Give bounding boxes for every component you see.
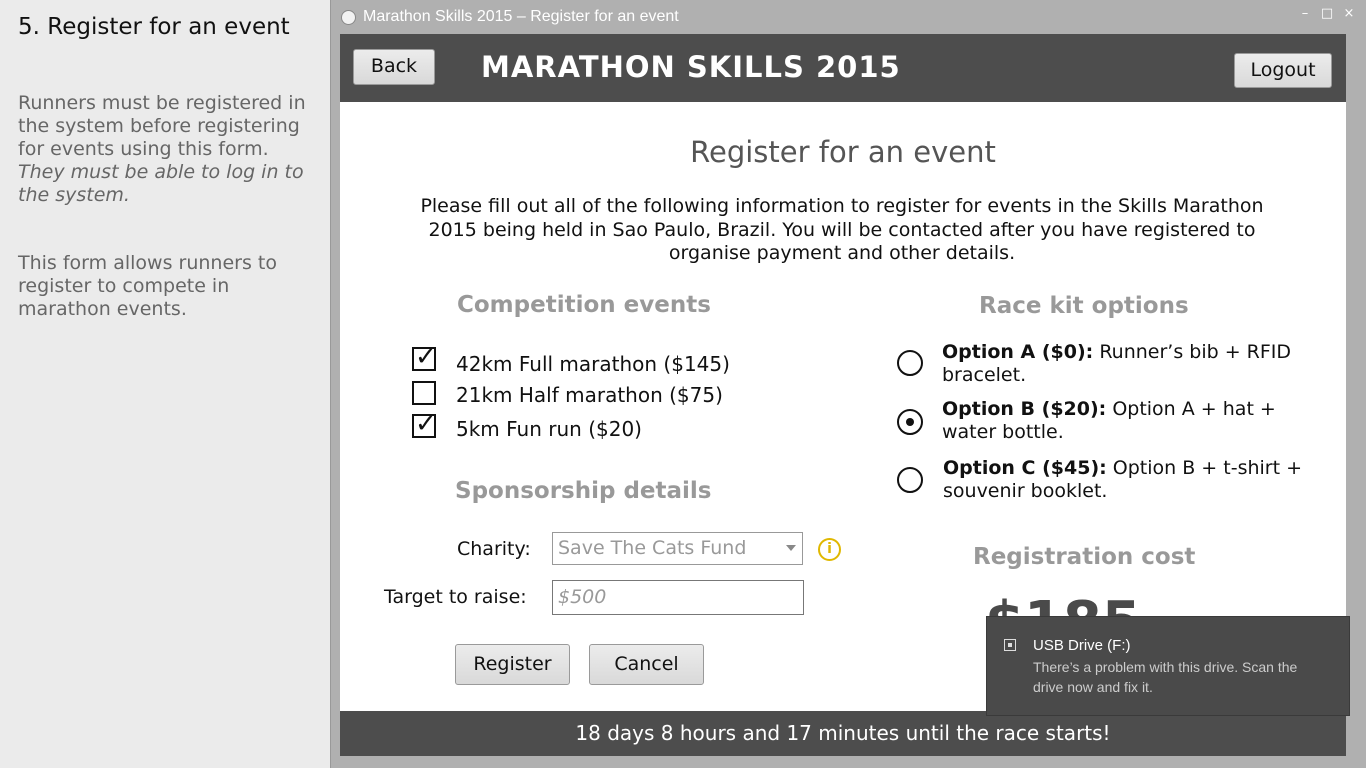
checkmark-icon: ✓ — [415, 409, 437, 439]
close-icon[interactable]: × — [1342, 6, 1356, 22]
target-input-placeholder: $500 — [558, 586, 607, 608]
instructions-text: Runners must be registered in the system… — [18, 92, 306, 160]
back-button[interactable]: Back — [353, 49, 435, 85]
app-header: Back MARATHON SKILLS 2015 Logout — [340, 34, 1346, 102]
notification-title: USB Drive (F:) — [1033, 637, 1131, 654]
info-icon[interactable]: i — [818, 538, 841, 561]
target-input[interactable]: $500 — [552, 580, 804, 615]
instructions-paragraph-2: This form allows runners to register to … — [18, 252, 277, 320]
checkbox-half-marathon[interactable] — [412, 381, 436, 405]
radio-label-option-b: Option B ($20): Option A + hat + water b… — [942, 398, 1312, 444]
intro-text: Please fill out all of the following inf… — [420, 195, 1264, 264]
option-c-name: Option C ($45): — [943, 457, 1107, 479]
checkbox-fun-run[interactable]: ✓ — [412, 409, 437, 439]
logout-button[interactable]: Logout — [1234, 53, 1332, 88]
checkbox-label-fun-run: 5km Fun run ($20) — [456, 417, 642, 441]
registration-cost-title: Registration cost — [973, 544, 1196, 570]
checkbox-label-half-marathon: 21km Half marathon ($75) — [456, 383, 723, 407]
charity-select[interactable]: Save The Cats Fund — [552, 532, 803, 565]
page-title: Register for an event — [690, 135, 996, 169]
window-app-icon — [341, 10, 356, 25]
radio-selected-dot — [906, 418, 914, 426]
usb-drive-notification[interactable]: USB Drive (F:) There’s a problem with th… — [986, 616, 1350, 716]
instructions-panel: 5. Register for an event Runners must be… — [0, 0, 330, 768]
chevron-down-icon — [786, 545, 796, 551]
checkbox-label-full-marathon: 42km Full marathon ($145) — [456, 352, 730, 376]
option-b-name: Option B ($20): — [942, 398, 1107, 420]
window-controls: – □ × — [1298, 6, 1356, 22]
radio-option-b[interactable] — [897, 409, 923, 435]
app-title: MARATHON SKILLS 2015 — [481, 50, 901, 84]
window-title: Marathon Skills 2015 – Register for an e… — [363, 8, 679, 25]
instructions-italic-text: They must be able to log in to the syste… — [18, 161, 304, 206]
option-a-name: Option A ($0): — [942, 341, 1094, 363]
sponsorship-title: Sponsorship details — [455, 478, 712, 504]
radio-option-a[interactable] — [897, 350, 923, 376]
race-kit-title: Race kit options — [979, 293, 1189, 319]
checkbox-full-marathon[interactable]: ✓ — [412, 342, 437, 372]
charity-label: Charity: — [457, 538, 531, 560]
cancel-button[interactable]: Cancel — [589, 644, 704, 685]
notification-body: There’s a problem with this drive. Scan … — [1033, 659, 1298, 695]
usb-drive-icon — [1004, 639, 1016, 651]
target-label: Target to raise: — [384, 586, 527, 608]
countdown-footer: 18 days 8 hours and 17 minutes until the… — [340, 711, 1346, 756]
instructions-title: 5. Register for an event — [18, 14, 290, 40]
radio-label-option-a: Option A ($0): Runner’s bib + RFID brace… — [942, 341, 1312, 387]
instructions-paragraph-1: Runners must be registered in the system… — [18, 92, 308, 207]
register-button[interactable]: Register — [455, 644, 570, 685]
window-titlebar[interactable]: Marathon Skills 2015 – Register for an e… — [331, 0, 1366, 34]
competition-events-title: Competition events — [457, 292, 711, 318]
maximize-icon[interactable]: □ — [1320, 6, 1334, 22]
radio-label-option-c: Option C ($45): Option B + t-shirt + sou… — [943, 457, 1313, 503]
charity-select-value: Save The Cats Fund — [558, 537, 747, 559]
radio-option-c[interactable] — [897, 467, 923, 493]
minimize-icon[interactable]: – — [1298, 6, 1312, 22]
checkmark-icon: ✓ — [415, 342, 437, 372]
